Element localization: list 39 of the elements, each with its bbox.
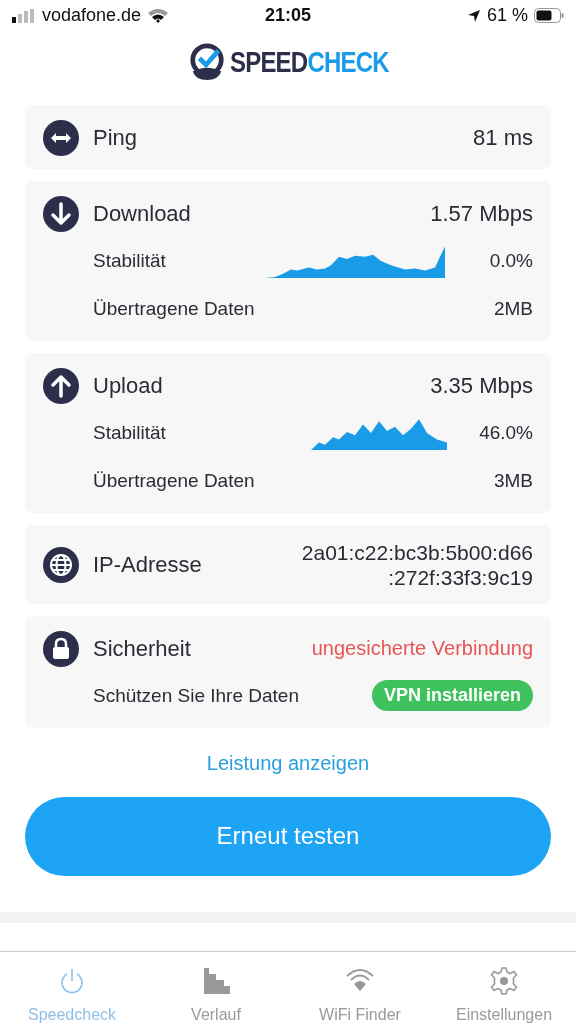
row-label: Übertragene Daten (93, 298, 256, 321)
row-value: 3MB (492, 470, 533, 493)
globe-icon (43, 547, 79, 584)
wifi-icon (147, 7, 170, 24)
tab[interactable]: WiFi Finder (288, 966, 432, 1024)
logo-text: SPEEDCHECK (229, 45, 389, 80)
carrier-name: vodafone.de (42, 5, 142, 27)
clock-time: 21:05 (264, 5, 311, 27)
row-value: 0.0% (488, 250, 533, 273)
measured-value: 81 ms (473, 125, 533, 152)
battery-percent: 61 % (486, 5, 528, 27)
row-label: Stabilität (93, 422, 167, 445)
performance-link[interactable]: Leistung anzeigen (0, 751, 576, 775)
section-title: Download (93, 201, 192, 228)
row-label: Übertragene Daten (93, 470, 256, 493)
speedometer-check-icon (187, 43, 226, 82)
tab[interactable]: Speedcheck (0, 966, 144, 1024)
measured-value: 1.57 Mbps (430, 201, 533, 228)
row-label: Stabilität (93, 250, 167, 273)
section-title: Upload (93, 373, 164, 400)
row-value: 46.0% (478, 422, 533, 445)
row-label: Schützen Sie Ihre Daten (93, 684, 300, 707)
retest-button[interactable]: Erneut testen (25, 796, 551, 876)
vpn-button[interactable]: VPN installieren (371, 680, 533, 712)
ip-address: 2a01:c22:bc3b:5b00:d66 :272f:33f3:9c19 (301, 540, 533, 591)
section-title: IP-Adresse (93, 552, 203, 579)
section-title: Ping (93, 125, 139, 152)
row-value: 2MB (492, 298, 533, 321)
location-arrow-icon (466, 8, 481, 23)
tab[interactable]: Verlauf (144, 966, 288, 1024)
warning-text: ungesicherte Verbindung (311, 637, 533, 661)
padlock-icon (43, 630, 79, 667)
signal-icon (12, 8, 36, 23)
tab[interactable]: Einstellungen (432, 966, 576, 1024)
measured-value: 3.35 Mbps (430, 373, 533, 400)
battery-icon (534, 8, 564, 24)
settings-icon (489, 966, 519, 996)
section-title: Sicherheit (93, 635, 192, 662)
bar-chart-icon (201, 966, 231, 996)
